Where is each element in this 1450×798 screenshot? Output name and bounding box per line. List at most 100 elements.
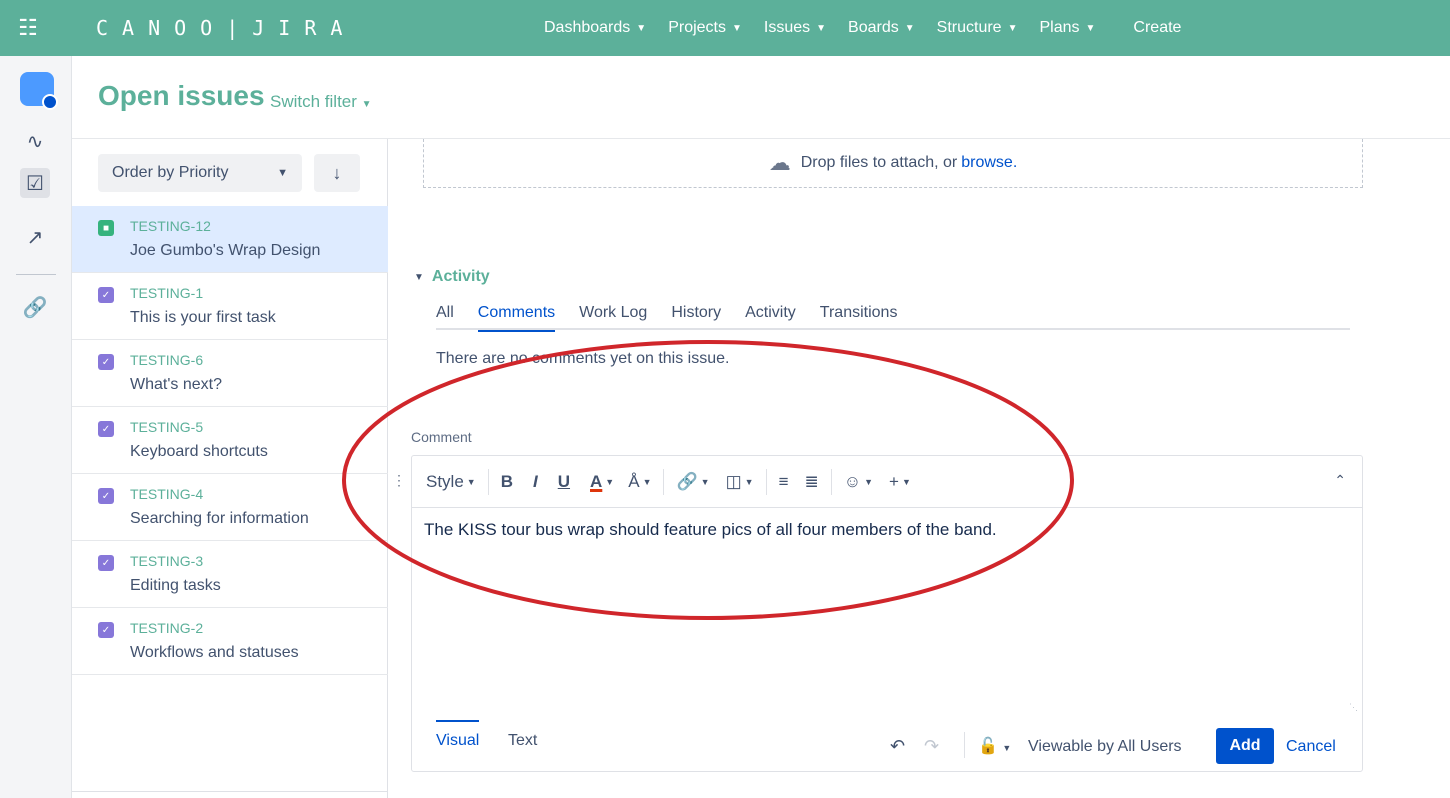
issue-summary: Joe Gumbo's Wrap Design [130, 242, 321, 259]
switch-filter-dropdown[interactable]: Switch filter ▼ [270, 92, 372, 112]
issue-key: TESTING-3 [130, 553, 204, 569]
tab-comments[interactable]: Comments [477, 304, 556, 332]
emoji-icon[interactable]: ☺ ▼ [844, 472, 873, 492]
chevron-down-icon: ▼ [744, 476, 754, 487]
task-icon: ✓ [98, 488, 114, 504]
more-formatting-icon[interactable]: Å ▼ [628, 472, 651, 492]
undo-icon[interactable]: ↶ [890, 736, 905, 757]
reports-chart-icon[interactable]: ↗ [20, 222, 50, 252]
nav-plans[interactable]: Plans ▼ [1039, 19, 1095, 37]
page-title: Open issues [98, 80, 265, 111]
chevron-down-icon: ▼ [904, 22, 915, 34]
issue-summary: This is your first task [130, 309, 276, 326]
link-icon[interactable]: 🔗 [20, 292, 50, 322]
attachment-icon[interactable]: ◫ ▼ [726, 472, 754, 492]
sort-direction-button[interactable]: ↓ [314, 154, 360, 192]
cloud-upload-icon: ☁ [768, 150, 791, 175]
project-sidebar: ∿ ☑ ↗ 🔗 [0, 56, 72, 798]
comment-text-area[interactable]: The KISS tour bus wrap should feature pi… [424, 520, 997, 540]
activity-pulse-icon[interactable]: ∿ [20, 126, 50, 156]
redo-icon[interactable]: ↷ [924, 736, 939, 757]
issue-summary: Workflows and statuses [130, 644, 299, 661]
editor-footer: Visual Text ↶ ↷ 🔓 ▼ Viewable by All User… [412, 718, 1362, 772]
chevron-down-icon: ▼ [1085, 22, 1096, 34]
list-footer-divider [72, 791, 388, 792]
bullet-list-icon[interactable]: ≡ [779, 472, 789, 492]
avatar-badge [42, 94, 58, 110]
chevron-down-icon: ▼ [636, 22, 647, 34]
tab-text[interactable]: Text [508, 732, 537, 750]
drag-handle-icon[interactable]: ⋮ [392, 472, 406, 489]
chevron-down-icon: ▼ [1007, 22, 1018, 34]
task-icon: ✓ [98, 555, 114, 571]
chevron-down-icon: ▼ [361, 99, 372, 110]
nav-boards[interactable]: Boards ▼ [848, 19, 915, 37]
chevron-down-icon: ▼ [466, 476, 476, 487]
toolbar-separator [663, 468, 665, 495]
tab-history[interactable]: History [671, 304, 721, 332]
issue-list-item[interactable]: ✓ TESTING-5 Keyboard shortcuts [72, 407, 388, 474]
issue-list-item[interactable]: ✓ TESTING-2 Workflows and statuses [72, 608, 388, 675]
chevron-down-icon: ▼ [414, 271, 424, 283]
top-navigation-bar: ☷ CANOO|JIRA Dashboards ▼ Projects ▼ Issue… [0, 0, 1450, 56]
nav-issues[interactable]: Issues ▼ [764, 19, 826, 37]
attachment-dropzone[interactable]: ☁ Drop files to attach, or browse. [423, 139, 1363, 188]
tab-all[interactable]: All [436, 304, 454, 332]
issue-key: TESTING-1 [130, 285, 204, 301]
numbered-list-icon[interactable]: ≣ [804, 472, 818, 492]
issue-list-item[interactable]: ✓ TESTING-6 What's next? [72, 340, 388, 407]
story-icon: ■ [98, 220, 114, 236]
task-icon: ✓ [98, 622, 114, 638]
tab-activity[interactable]: Activity [745, 304, 796, 332]
issue-key: TESTING-5 [130, 419, 204, 435]
tab-transitions[interactable]: Transitions [820, 304, 898, 332]
dropzone-text: Drop files to attach, or [800, 154, 958, 171]
issue-list-item[interactable]: ✓ TESTING-3 Editing tasks [72, 541, 388, 608]
visibility-label: Viewable by All Users [1028, 738, 1182, 755]
nav-structure[interactable]: Structure ▼ [937, 19, 1018, 37]
security-lock-icon[interactable]: 🔓 ▼ [978, 736, 1011, 756]
issue-summary: Editing tasks [130, 577, 221, 594]
toolbar-separator [487, 468, 489, 495]
insert-more-icon[interactable]: + ▼ [889, 472, 911, 492]
issues-board-icon[interactable]: ☑ [20, 168, 50, 198]
issue-list-item[interactable]: ✓ TESTING-1 This is your first task [72, 273, 388, 340]
underline-icon[interactable]: U [558, 472, 570, 492]
italic-icon[interactable]: I [533, 472, 538, 492]
issue-summary: What's next? [130, 376, 222, 393]
collapse-toolbar-icon[interactable]: ⌃ [1334, 472, 1346, 489]
browse-link[interactable]: browse. [961, 154, 1017, 172]
toolbar-separator [830, 468, 832, 495]
nav-dashboards[interactable]: Dashboards ▼ [544, 19, 646, 37]
tab-visual[interactable]: Visual [436, 720, 480, 750]
cancel-button[interactable]: Cancel [1286, 738, 1336, 756]
task-icon: ✓ [98, 287, 114, 303]
brand-logo[interactable]: CANOO|JIRA [96, 16, 526, 40]
bold-icon[interactable]: B [501, 472, 513, 492]
link-icon[interactable]: 🔗 ▼ [676, 472, 709, 492]
chevron-down-icon: ▼ [864, 476, 874, 487]
style-dropdown[interactable]: Style ▼ [426, 472, 476, 492]
order-by-select[interactable]: Order by Priority ▼ [98, 154, 302, 192]
issue-list-panel: Order by Priority ▼ ↓ ■ TESTING-12 Joe Gu… [72, 139, 388, 798]
issue-key: TESTING-6 [130, 352, 204, 368]
issue-list-item[interactable]: ✓ TESTING-4 Searching for information [72, 474, 388, 541]
comment-label: Comment [411, 429, 472, 445]
chevron-down-icon: ▼ [1002, 743, 1012, 753]
chevron-down-icon: ▼ [700, 476, 710, 487]
issue-key: TESTING-12 [130, 218, 211, 234]
text-color-icon[interactable]: A ▼ [590, 472, 614, 492]
resize-handle-icon[interactable]: ⋱ [1349, 702, 1358, 713]
nav-projects[interactable]: Projects ▼ [668, 19, 742, 37]
chevron-down-icon: ▼ [816, 22, 827, 34]
chevron-down-icon: ▼ [642, 476, 652, 487]
create-button[interactable]: Create [1133, 19, 1181, 37]
issue-list-item[interactable]: ■ TESTING-12 Joe Gumbo's Wrap Design [72, 206, 388, 273]
chevron-down-icon: ▼ [901, 476, 911, 487]
toolbar-separator [765, 468, 767, 495]
app-switcher-icon[interactable]: ☷ [0, 0, 56, 56]
add-comment-button[interactable]: Add [1216, 728, 1274, 764]
activity-section-toggle[interactable]: ▼ Activity [414, 268, 490, 286]
tab-work-log[interactable]: Work Log [579, 304, 647, 332]
project-avatar[interactable] [20, 72, 58, 110]
